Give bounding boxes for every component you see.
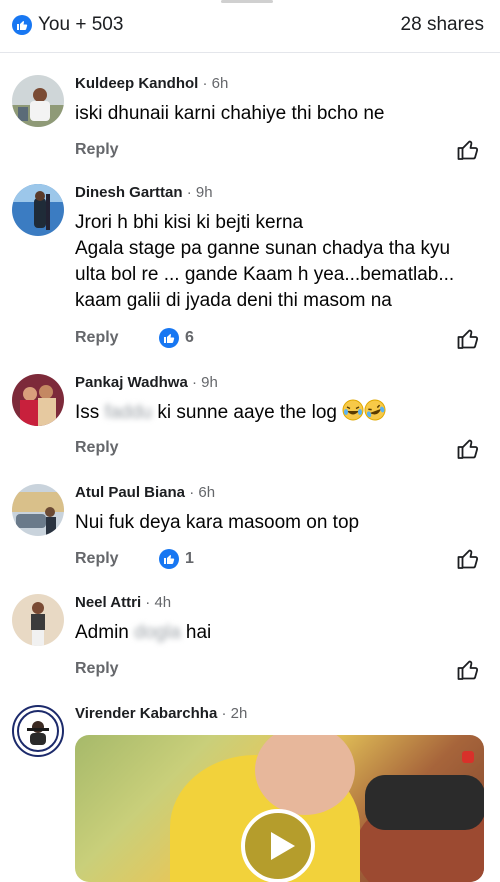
reply-button[interactable]: Reply — [75, 439, 119, 457]
play-icon — [271, 832, 295, 860]
like-reaction-icon — [12, 15, 32, 35]
comment-author[interactable]: Dinesh Garttan · 9h — [75, 184, 213, 201]
avatar[interactable] — [12, 705, 64, 757]
comment-author[interactable]: Kuldeep Kandhol · 6h — [75, 75, 228, 92]
avatar[interactable] — [12, 184, 64, 236]
avatar[interactable] — [12, 75, 64, 127]
comment-author[interactable]: Atul Paul Biana · 6h — [75, 484, 215, 501]
divider — [0, 52, 500, 53]
like-icon[interactable] — [456, 547, 480, 571]
like-reaction-icon — [159, 549, 179, 569]
comment-author[interactable]: Virender Kabarchha · 2h — [75, 705, 247, 722]
reply-button[interactable]: Reply — [75, 329, 119, 347]
comment-text: Jrori h bhi kisi ki bejti kerna Agala st… — [75, 212, 455, 311]
post-stats-bar: You + 503 28 shares — [0, 0, 500, 52]
like-icon[interactable] — [456, 658, 480, 682]
drag-handle[interactable] — [221, 0, 273, 3]
reply-button[interactable]: Reply — [75, 660, 119, 678]
reactions-summary[interactable]: You + 503 — [12, 14, 123, 36]
comment-author[interactable]: Neel Attri · 4h — [75, 594, 171, 611]
reply-button[interactable]: Reply — [75, 141, 119, 159]
blurred-word: dogla — [134, 622, 181, 643]
laughing-emoji-icon — [342, 399, 364, 421]
reply-button[interactable]: Reply — [75, 550, 119, 568]
avatar[interactable] — [12, 374, 64, 426]
shares-count[interactable]: 28 shares — [401, 14, 484, 36]
comment-text: iski dhunaii karni chahiye thi bcho ne — [75, 103, 385, 124]
reaction-count[interactable]: 6 — [159, 328, 194, 348]
comment-text: Iss faddu ki sunne aaye the log — [75, 399, 386, 426]
like-reaction-icon — [159, 328, 179, 348]
avatar[interactable] — [12, 484, 64, 536]
comment-text: Nui fuk deya kara masoom on top — [75, 512, 360, 533]
comment-text: Admin dogla hai — [75, 622, 212, 643]
like-icon[interactable] — [456, 437, 480, 461]
laughing-emoji-icon — [364, 399, 386, 421]
reaction-count[interactable]: 1 — [159, 549, 194, 569]
comment-author[interactable]: Pankaj Wadhwa · 9h — [75, 374, 218, 391]
like-icon[interactable] — [456, 138, 480, 162]
video-thumbnail-cloth — [365, 775, 484, 830]
reactions-count: You + 503 — [38, 14, 124, 35]
app-logo-icon — [462, 751, 474, 763]
play-button[interactable] — [241, 809, 315, 882]
video-attachment[interactable] — [75, 735, 484, 882]
avatar[interactable] — [12, 594, 64, 646]
blurred-word: faddu — [104, 402, 153, 423]
like-icon[interactable] — [456, 327, 480, 351]
